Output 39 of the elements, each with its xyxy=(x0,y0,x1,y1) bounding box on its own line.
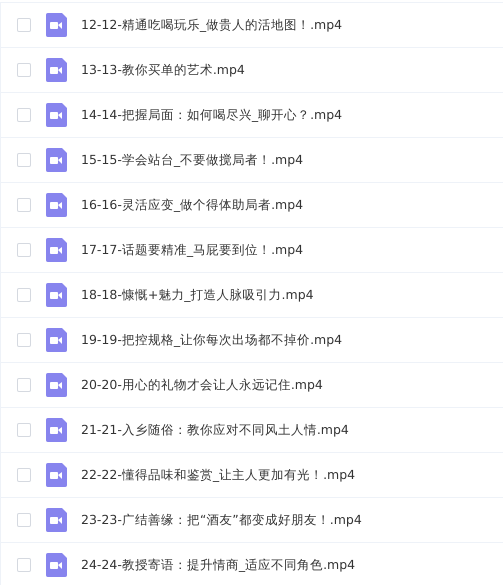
file-name[interactable]: 19-19-把控规格_让你每次出场都不掉价.mp4 xyxy=(81,332,342,348)
video-file-icon xyxy=(46,193,67,217)
video-file-icon xyxy=(46,148,67,172)
file-name[interactable]: 17-17-话题要精准_马屁要到位！.mp4 xyxy=(81,242,304,258)
video-file-icon xyxy=(46,283,67,307)
video-file-icon xyxy=(46,553,67,577)
video-file-icon xyxy=(46,373,67,397)
video-file-icon xyxy=(46,58,67,82)
checkbox[interactable] xyxy=(17,63,31,77)
video-file-icon xyxy=(46,238,67,262)
video-file-icon xyxy=(46,508,67,532)
file-name[interactable]: 15-15-学会站台_不要做搅局者！.mp4 xyxy=(81,152,304,168)
video-file-icon xyxy=(46,328,67,352)
checkbox[interactable] xyxy=(17,468,31,482)
video-file-icon xyxy=(46,418,67,442)
file-name[interactable]: 16-16-灵活应变_做个得体助局者.mp4 xyxy=(81,196,304,214)
checkbox[interactable] xyxy=(17,513,31,527)
checkbox[interactable] xyxy=(17,153,31,167)
file-name[interactable]: 21-21-入乡随俗：教你应对不同风土人情.mp4 xyxy=(81,422,349,438)
file-name[interactable]: 12-12-精通吃喝玩乐_做贵人的活地图！.mp4 xyxy=(81,16,342,34)
checkbox[interactable] xyxy=(17,558,31,572)
file-name[interactable]: 22-22-懂得品味和鉴赏_让主人更加有光！.mp4 xyxy=(81,466,356,484)
video-file-icon xyxy=(46,463,67,487)
checkbox[interactable] xyxy=(17,288,31,302)
video-file-icon xyxy=(46,13,67,37)
checkbox[interactable] xyxy=(17,198,31,212)
file-name[interactable]: 13-13-教你买单的艺术.mp4 xyxy=(81,62,245,78)
checkbox[interactable] xyxy=(17,378,31,392)
file-name[interactable]: 24-24-教授寄语：提升情商_适应不同角色.mp4 xyxy=(81,556,356,574)
checkbox[interactable] xyxy=(17,18,31,32)
checkbox[interactable] xyxy=(17,423,31,437)
file-name[interactable]: 23-23-广结善缘：把“酒友”都变成好朋友！.mp4 xyxy=(81,512,362,528)
file-name[interactable]: 18-18-慷慨+魅力_打造人脉吸引力.mp4 xyxy=(81,286,314,304)
checkbox[interactable] xyxy=(17,108,31,122)
file-name[interactable]: 14-14-把握局面：如何喝尽兴_聊开心？.mp4 xyxy=(81,106,342,124)
checkbox[interactable] xyxy=(17,243,31,257)
file-name[interactable]: 20-20-用心的礼物才会让人永远记住.mp4 xyxy=(81,376,323,394)
video-file-icon xyxy=(46,103,67,127)
checkbox[interactable] xyxy=(17,333,31,347)
